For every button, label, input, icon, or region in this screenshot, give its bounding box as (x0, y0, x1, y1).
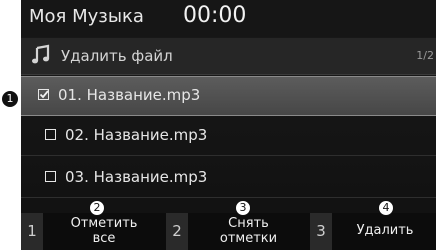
mode-bar: Удалить файл 1/2 (21, 38, 436, 75)
music-note-icon (32, 44, 50, 64)
checkbox-unchecked[interactable] (45, 129, 56, 140)
file-row[interactable]: 01. Название.mp3 (21, 76, 436, 116)
file-name: 01. Название.mp3 (58, 86, 201, 104)
delete-button[interactable]: Удалить (335, 223, 435, 250)
file-row[interactable]: 02. Название.mp3 (21, 117, 436, 156)
callout-2: 2 (89, 200, 105, 216)
checkmark-icon (39, 90, 49, 99)
screen: 1 Моя Музыка 00:00 Удалить файл 1/2 01. … (0, 0, 436, 250)
softkey-number-1: 1 (21, 213, 43, 250)
uncheck-button[interactable]: Снять отметки (191, 216, 306, 250)
music-delete-screen: Моя Музыка 00:00 Удалить файл 1/2 01. На… (21, 0, 436, 250)
checkbox-checked[interactable] (38, 89, 49, 100)
select-all-label-line1: Отметить (70, 216, 138, 231)
file-row[interactable]: 03. Название.mp3 (21, 159, 436, 198)
app-title: Моя Музыка (29, 6, 144, 27)
file-name: 03. Название.mp3 (65, 168, 208, 186)
callout-1: 1 (2, 91, 18, 107)
uncheck-label-line1: Снять (228, 216, 269, 231)
softkey-number-3: 3 (310, 213, 332, 250)
mode-label: Удалить файл (61, 47, 173, 65)
select-all-button[interactable]: Отметить все (45, 216, 163, 250)
select-all-label-line2: все (92, 231, 116, 246)
softkey-bar: 1 Отметить все 2 Снять отметки 3 Удалить (21, 213, 436, 250)
softkey-number-2: 2 (166, 213, 188, 250)
checkbox-unchecked[interactable] (45, 171, 56, 182)
delete-label: Удалить (356, 223, 414, 238)
file-name: 02. Название.mp3 (65, 126, 208, 144)
uncheck-label-line2: отметки (219, 231, 278, 246)
callout-3: 3 (235, 200, 251, 216)
page-indicator: 1/2 (416, 49, 434, 62)
clock: 00:00 (183, 3, 247, 28)
header: Моя Музыка 00:00 (21, 0, 436, 37)
callout-4: 4 (378, 200, 394, 216)
